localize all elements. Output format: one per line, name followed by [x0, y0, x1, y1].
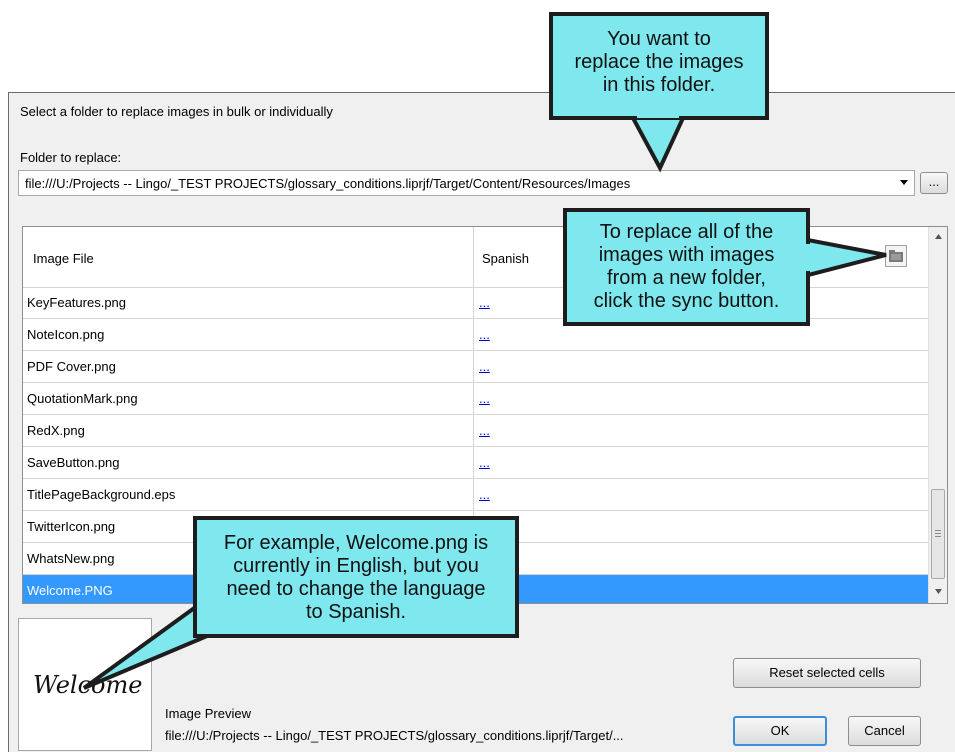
- welcome-image-preview: Welcome: [33, 671, 143, 699]
- column-header-image-file[interactable]: Image File: [33, 251, 94, 266]
- image-file-cell: WhatsNew.png: [27, 551, 115, 566]
- callout-sync-button: To replace all of the images with images…: [563, 208, 810, 326]
- spanish-cell-link[interactable]: ...: [479, 295, 490, 310]
- cell-divider: [473, 383, 474, 414]
- column-divider: [473, 227, 474, 287]
- folder-path-value: file:///U:/Projects -- Lingo/_TEST PROJE…: [25, 176, 631, 191]
- cell-divider: [473, 415, 474, 446]
- cancel-button[interactable]: Cancel: [848, 716, 921, 746]
- image-file-cell: KeyFeatures.png: [27, 295, 127, 310]
- cell-divider: [473, 319, 474, 350]
- scroll-up-arrow-icon[interactable]: [929, 229, 948, 243]
- scroll-down-arrow-icon[interactable]: [929, 585, 948, 599]
- folder-combobox[interactable]: file:///U:/Projects -- Lingo/_TEST PROJE…: [18, 170, 915, 196]
- image-preview-path: file:///U:/Projects -- Lingo/_TEST PROJE…: [165, 728, 624, 743]
- image-file-cell: SaveButton.png: [27, 455, 120, 470]
- callout-join-top: [637, 112, 679, 118]
- cell-divider: [473, 287, 474, 318]
- folder-label: Folder to replace:: [20, 150, 122, 165]
- image-file-cell: NoteIcon.png: [27, 327, 105, 342]
- scrollbar-thumb[interactable]: [931, 489, 945, 579]
- image-file-cell: QuotationMark.png: [27, 391, 138, 406]
- image-preview-label: Image Preview: [165, 706, 251, 721]
- table-row[interactable]: RedX.png ...: [23, 415, 928, 447]
- table-row[interactable]: SaveButton.png ...: [23, 447, 928, 479]
- reset-selected-cells-button[interactable]: Reset selected cells: [733, 658, 921, 688]
- table-row[interactable]: TitlePageBackground.eps ...: [23, 479, 928, 511]
- callout-join-bottom: [219, 606, 249, 634]
- chevron-down-icon[interactable]: [900, 180, 908, 185]
- table-row[interactable]: PDF Cover.png ...: [23, 351, 928, 383]
- cell-divider: [473, 351, 474, 382]
- callout-replace-folder: You want to replace the images in this f…: [549, 12, 769, 120]
- spanish-cell-link[interactable]: ...: [479, 327, 490, 342]
- image-file-cell: TitlePageBackground.eps: [27, 487, 176, 502]
- spanish-cell-link[interactable]: ...: [479, 487, 490, 502]
- image-preview-box: Welcome: [18, 618, 152, 751]
- vertical-scrollbar[interactable]: [928, 227, 948, 603]
- instruction-text: Select a folder to replace images in bul…: [20, 104, 333, 119]
- spanish-cell-link[interactable]: ...: [479, 455, 490, 470]
- cell-divider: [473, 447, 474, 478]
- sync-button[interactable]: [885, 245, 907, 267]
- cell-divider: [473, 479, 474, 510]
- browse-folder-button[interactable]: ...: [920, 172, 948, 194]
- callout-join-right: [800, 244, 810, 271]
- image-file-cell: RedX.png: [27, 423, 85, 438]
- folder-icon: [889, 250, 903, 262]
- spanish-cell-link[interactable]: ...: [479, 423, 490, 438]
- image-file-cell: Welcome.PNG: [27, 583, 113, 598]
- image-file-cell: PDF Cover.png: [27, 359, 116, 374]
- table-row[interactable]: QuotationMark.png ...: [23, 383, 928, 415]
- ok-button[interactable]: OK: [733, 716, 827, 746]
- image-file-cell: TwitterIcon.png: [27, 519, 116, 534]
- spanish-cell-link[interactable]: ...: [479, 391, 490, 406]
- spanish-cell-link[interactable]: ...: [479, 359, 490, 374]
- column-header-spanish[interactable]: Spanish: [482, 251, 529, 266]
